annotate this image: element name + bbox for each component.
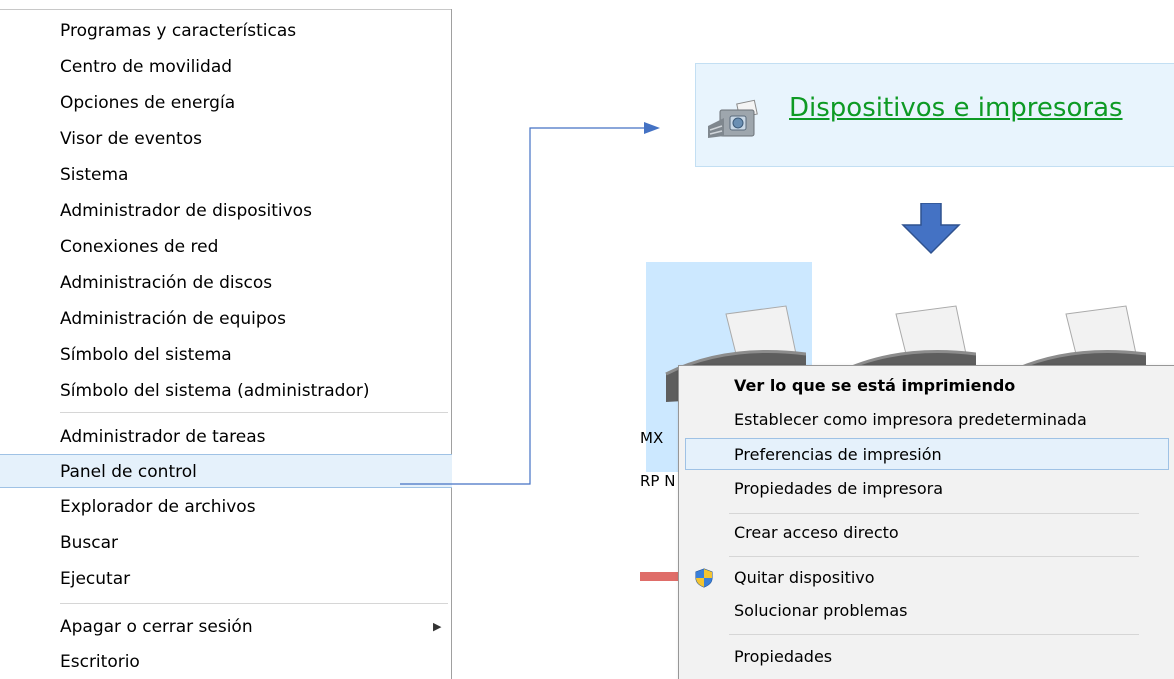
ctx-item-label: Quitar dispositivo	[734, 568, 875, 587]
devices-printers-icon	[708, 92, 760, 144]
ctx-item-propiedades[interactable]: Propiedades	[685, 641, 1169, 673]
ctx-separator	[729, 556, 1139, 557]
printer-label: RP N	[640, 472, 676, 490]
ctx-item-label: Establecer como impresora predeterminada	[734, 410, 1087, 429]
ctx-item-preferencias-impresion[interactable]: Preferencias de impresión	[685, 438, 1169, 470]
ctx-item-label: Ver lo que se está imprimiendo	[734, 376, 1016, 395]
printer-label: MX	[640, 429, 664, 447]
devices-printers-link[interactable]: Dispositivos e impresoras	[789, 93, 1123, 123]
ctx-item-label: Crear acceso directo	[734, 523, 899, 542]
devices-printers-banner: Dispositivos e impresoras	[695, 63, 1174, 167]
ctx-separator	[729, 513, 1139, 514]
status-bar	[640, 572, 680, 581]
ctx-item-label: Solucionar problemas	[734, 601, 908, 620]
ctx-item-establecer-predeterminada[interactable]: Establecer como impresora predeterminada	[685, 404, 1169, 436]
ctx-item-propiedades-impresora[interactable]: Propiedades de impresora	[685, 473, 1169, 505]
ctx-item-quitar-dispositivo[interactable]: Quitar dispositivo	[685, 562, 1169, 594]
ctx-item-ver-imprimiendo[interactable]: Ver lo que se está imprimiendo	[685, 370, 1169, 402]
ctx-item-crear-acceso-directo[interactable]: Crear acceso directo	[685, 517, 1169, 549]
uac-shield-icon	[695, 568, 713, 588]
ctx-item-solucionar-problemas[interactable]: Solucionar problemas	[685, 595, 1169, 627]
down-arrow-icon	[901, 203, 961, 255]
ctx-item-label: Preferencias de impresión	[734, 445, 942, 464]
ctx-item-label: Propiedades de impresora	[734, 479, 944, 498]
printer-context-menu: Ver lo que se está imprimiendo Establece…	[678, 365, 1174, 679]
ctx-item-label: Propiedades	[734, 647, 833, 666]
ctx-separator	[729, 634, 1139, 635]
